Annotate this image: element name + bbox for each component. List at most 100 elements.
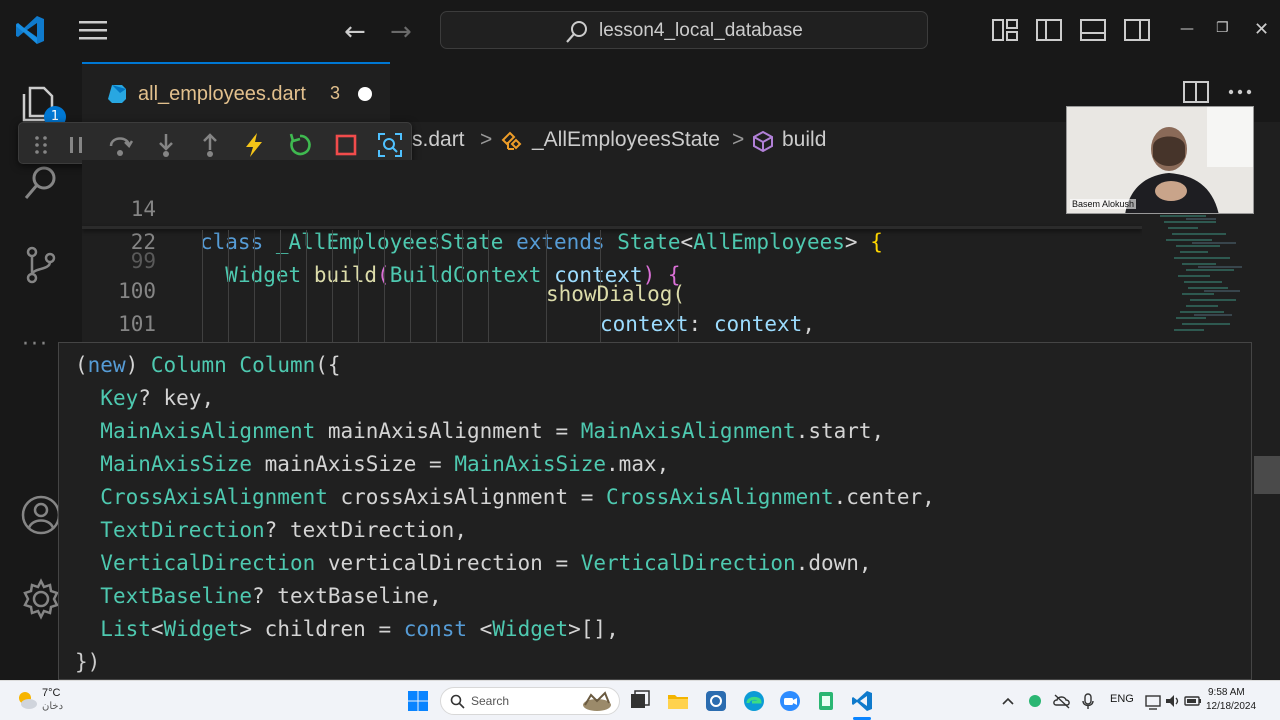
weather-temp[interactable]: 7°C: [42, 687, 60, 699]
search-icon: [450, 694, 465, 709]
more-icon[interactable]: ···: [22, 332, 49, 357]
stop-icon[interactable]: [333, 132, 359, 158]
step-out-icon[interactable]: [197, 132, 223, 158]
taskbar-search[interactable]: Search: [440, 687, 620, 715]
weather-icon[interactable]: [16, 689, 38, 711]
snipping-tool-icon[interactable]: [704, 689, 728, 713]
menu-icon[interactable]: [78, 18, 108, 42]
code-editor[interactable]: 14 class _AllEmployeesState extends Stat…: [82, 160, 1142, 342]
search-highlight-icon: [583, 691, 611, 711]
overview-ruler: [1254, 342, 1280, 680]
hot-reload-icon[interactable]: [241, 132, 267, 158]
code-line[interactable]: 101 builder: (context) => AlertDialog(: [82, 275, 156, 336]
customize-layout-icon[interactable]: [992, 18, 1018, 42]
search-icon[interactable]: [20, 162, 62, 204]
hover-line: MainAxisAlignment mainAxisAlignment = Ma…: [100, 419, 885, 443]
breadcrumb-method[interactable]: build: [782, 128, 826, 152]
class-symbol-icon: [501, 131, 522, 150]
vscode-logo-icon: [16, 16, 44, 44]
webcam-video: [1067, 107, 1253, 213]
windows-start-icon[interactable]: [406, 689, 430, 713]
windows-taskbar: 7°C دخان Search ENG 9:58 AM 12/18/2024: [0, 680, 1280, 720]
pause-icon[interactable]: [63, 132, 89, 158]
task-view-icon[interactable]: [628, 689, 652, 713]
account-icon[interactable]: [20, 494, 62, 536]
breadcrumb-separator: >: [480, 128, 493, 151]
hover-line: }): [75, 650, 101, 674]
code-text: class _AllEmployeesState extends State<A…: [200, 230, 883, 254]
hover-tooltip: (new) Column Column({ Key? key, MainAxis…: [58, 342, 1252, 680]
indent-guide: [228, 230, 229, 342]
scrollbar-thumb[interactable]: [1254, 456, 1280, 494]
cloud-tray-icon[interactable]: [1052, 689, 1072, 713]
minimize-icon[interactable]: —: [1180, 21, 1194, 37]
clock-date[interactable]: 12/18/2024: [1206, 701, 1256, 712]
network-icon[interactable]: [1144, 689, 1162, 713]
step-over-icon[interactable]: [107, 132, 133, 158]
speaker-icon[interactable]: [1164, 689, 1182, 713]
gear-icon[interactable]: [20, 578, 62, 620]
hover-line: TextBaseline? textBaseline,: [100, 584, 442, 608]
hover-line: Key? key,: [100, 386, 215, 410]
sticky-scroll-divider: [82, 226, 1142, 229]
unsaved-indicator[interactable]: [358, 87, 372, 101]
chevron-up-icon[interactable]: [1000, 689, 1016, 713]
indent-guide: [384, 230, 385, 342]
restore-icon[interactable]: ❐: [1216, 20, 1229, 36]
code-text: showDialog(: [546, 282, 686, 306]
indent-guide: [254, 230, 255, 342]
breadcrumb-file[interactable]: s.dart: [412, 128, 465, 152]
microphone-icon[interactable]: [1080, 689, 1096, 713]
problem-count: 3: [330, 83, 341, 103]
weather-desc: دخان: [42, 701, 64, 712]
inspect-widget-icon[interactable]: [377, 132, 403, 158]
hover-line: CrossAxisAlignment crossAxisAlignment = …: [100, 485, 935, 509]
toggle-primary-sidebar-icon[interactable]: [1036, 18, 1062, 42]
step-into-icon[interactable]: [153, 132, 179, 158]
breadcrumb-class[interactable]: _AllEmployeesState: [532, 128, 720, 152]
hover-line: TextDirection? textDirection,: [100, 518, 467, 542]
code-line[interactable]: 102 content: Column(: [82, 308, 133, 341]
code-line[interactable]: 100 context: context,: [82, 242, 815, 336]
language-indicator[interactable]: ENG: [1110, 693, 1134, 705]
tab-label: all_employees.dart: [138, 83, 306, 105]
arrow-left-icon[interactable]: ←: [344, 17, 366, 47]
command-center-search[interactable]: lesson4_local_database: [440, 11, 928, 49]
indent-guide: [332, 230, 333, 342]
file-explorer-icon[interactable]: [666, 689, 690, 713]
clock-time[interactable]: 9:58 AM: [1208, 687, 1245, 698]
toggle-panel-icon[interactable]: [1080, 18, 1106, 42]
indent-guide: [436, 230, 437, 342]
sticky-line[interactable]: 14 class _AllEmployeesState extends Stat…: [82, 160, 883, 254]
arrow-right-icon[interactable]: →: [390, 17, 412, 47]
method-symbol-icon: [753, 130, 773, 152]
search-icon: [566, 21, 587, 43]
code-text: context: context,: [600, 312, 815, 336]
taskbar-search-placeholder: Search: [471, 694, 510, 708]
webcam-name: Basem Alokush: [1070, 199, 1137, 209]
more-actions-icon[interactable]: [1226, 78, 1254, 106]
notepad-icon[interactable]: [814, 689, 838, 713]
zoom-icon[interactable]: [778, 689, 802, 713]
edge-icon[interactable]: [742, 689, 766, 713]
vscode-icon[interactable]: [850, 689, 874, 713]
drag-grip-icon[interactable]: [31, 132, 51, 158]
split-editor-icon[interactable]: [1182, 78, 1210, 106]
hover-line: (new) Column Column({: [75, 353, 341, 377]
hot-restart-icon[interactable]: [287, 132, 313, 158]
command-center-label: lesson4_local_database: [599, 20, 803, 41]
indent-guide: [280, 230, 281, 342]
breadcrumb-separator: >: [732, 128, 745, 151]
dart-file-icon: [108, 85, 126, 103]
close-icon[interactable]: ✕: [1254, 19, 1269, 40]
security-tray-icon[interactable]: [1026, 689, 1044, 713]
tab-all-employees[interactable]: all_employees.dart 3: [82, 62, 390, 122]
minimap[interactable]: [1146, 212, 1250, 342]
indent-guide: [462, 230, 463, 342]
debug-toolbar: [18, 122, 412, 164]
indent-guide: [488, 230, 489, 342]
source-control-icon[interactable]: [20, 244, 62, 286]
battery-icon[interactable]: [1184, 689, 1202, 713]
toggle-secondary-sidebar-icon[interactable]: [1124, 18, 1150, 42]
code-line[interactable]: 99 showDialog(: [82, 212, 685, 306]
